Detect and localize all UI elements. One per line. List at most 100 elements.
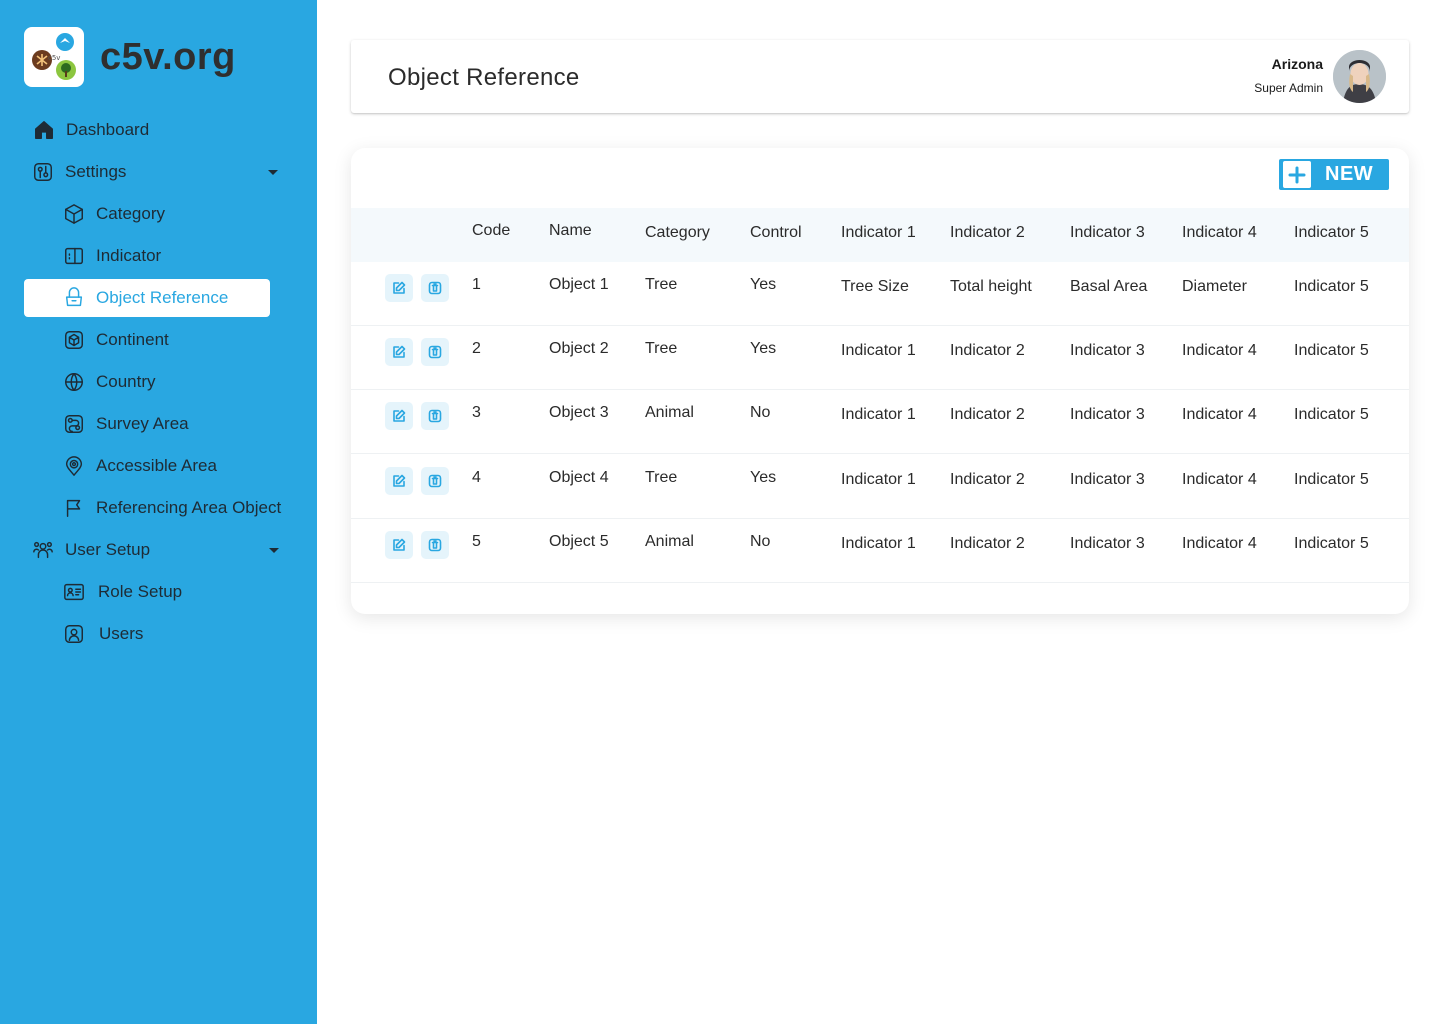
sidebar-item-label: Settings xyxy=(65,162,127,181)
cell-name: Object 2 xyxy=(549,340,609,357)
edit-icon xyxy=(391,280,407,296)
cell-ind3: Indicator 3 xyxy=(1070,471,1145,488)
edit-button[interactable] xyxy=(385,274,413,302)
edit-button[interactable] xyxy=(385,338,413,366)
column-header-indicator-3[interactable]: Indicator 3 xyxy=(1070,224,1145,242)
cell-ind1: Tree Size xyxy=(841,278,909,295)
cell-name: Object 4 xyxy=(549,469,609,486)
brand-name: c5v.org xyxy=(100,36,236,78)
cell-control: Yes xyxy=(750,340,777,357)
column-header-name[interactable]: Name xyxy=(549,222,592,240)
cell-code: 5 xyxy=(472,533,481,550)
sidebar-item-indicator[interactable]: Indicator xyxy=(62,237,161,275)
new-button[interactable]: NEW xyxy=(1279,159,1389,190)
users-group-icon xyxy=(31,538,55,562)
sidebar-item-user-setup[interactable]: User Setup xyxy=(31,531,286,569)
sidebar: c5v c5v.org Dashboard Settings Category … xyxy=(0,0,317,1024)
edit-icon xyxy=(391,408,407,424)
home-icon xyxy=(32,118,56,142)
sidebar-item-label: Object Reference xyxy=(96,288,229,307)
sidebar-item-settings[interactable]: Settings xyxy=(31,153,286,191)
cell-ind3: Indicator 3 xyxy=(1070,342,1145,359)
box-icon xyxy=(62,328,86,352)
cell-ind2: Indicator 2 xyxy=(950,342,1025,359)
cell-ind5: Indicator 5 xyxy=(1294,342,1369,359)
cell-category: Animal xyxy=(645,533,694,550)
cell-ind2: Total height xyxy=(950,278,1032,295)
sidebar-item-label: User Setup xyxy=(65,540,151,559)
cell-ind4: Indicator 4 xyxy=(1182,471,1257,488)
sidebar-item-label: Continent xyxy=(96,330,169,349)
cell-ind1: Indicator 1 xyxy=(841,342,916,359)
column-header-indicator-2[interactable]: Indicator 2 xyxy=(950,224,1025,242)
sidebar-item-continent[interactable]: Continent xyxy=(62,321,169,359)
flag-icon xyxy=(62,496,86,520)
location-target-icon xyxy=(62,454,86,478)
cell-category: Animal xyxy=(645,404,694,421)
globe-icon xyxy=(62,370,86,394)
edit-button[interactable] xyxy=(385,467,413,495)
cell-ind4: Indicator 4 xyxy=(1182,342,1257,359)
cell-ind3: Indicator 3 xyxy=(1070,406,1145,423)
sidebar-item-referencing-area-object[interactable]: Referencing Area Object xyxy=(62,489,281,527)
column-header-category[interactable]: Category xyxy=(645,224,710,242)
plus-icon xyxy=(1283,161,1311,188)
sidebar-item-label: Dashboard xyxy=(66,120,150,139)
delete-button[interactable] xyxy=(421,338,449,366)
avatar-image xyxy=(1333,50,1386,103)
cell-ind4: Indicator 4 xyxy=(1182,535,1257,552)
avatar[interactable] xyxy=(1333,50,1386,103)
sidebar-item-category[interactable]: Category xyxy=(62,195,165,233)
column-header-control[interactable]: Control xyxy=(750,224,802,242)
sidebar-item-label: Accessible Area xyxy=(96,456,217,475)
sidebar-item-label: Indicator xyxy=(96,246,162,265)
table-header: Code Name Category Control Indicator 1 I… xyxy=(351,208,1409,262)
delete-button[interactable] xyxy=(421,531,449,559)
delete-button[interactable] xyxy=(421,467,449,495)
column-header-indicator-5[interactable]: Indicator 5 xyxy=(1294,224,1369,242)
sidebar-item-country[interactable]: Country xyxy=(62,363,156,401)
cell-ind4: Diameter xyxy=(1182,278,1247,295)
sidebar-item-label: Users xyxy=(99,624,144,643)
table-row: 3 Object 3 Animal No Indicator 1 Indicator 2 I… xyxy=(351,390,1409,454)
page-header: Object Reference Arizona Super Admin xyxy=(351,40,1409,113)
table-row: 1 Object 1 Tree Yes Tree Size Total height Bas… xyxy=(351,262,1409,326)
trash-icon xyxy=(427,537,443,553)
sidebar-item-label: Category xyxy=(96,204,165,223)
edit-icon xyxy=(391,473,407,489)
sidebar-item-users[interactable]: Users xyxy=(62,615,143,653)
sidebar-item-label: Survey Area xyxy=(96,414,189,433)
cell-control: No xyxy=(750,404,771,421)
delete-button[interactable] xyxy=(421,274,449,302)
sidebar-item-accessible-area[interactable]: Accessible Area xyxy=(62,447,217,485)
logo-emblem-icon: c5v xyxy=(32,33,76,80)
logo: c5v xyxy=(24,27,84,87)
sidebar-item-dashboard[interactable]: Dashboard xyxy=(32,111,149,149)
cell-ind5: Indicator 5 xyxy=(1294,278,1369,295)
edit-button[interactable] xyxy=(385,531,413,559)
settings-sliders-icon xyxy=(31,160,55,184)
table-row: 5 Object 5 Animal No Indicator 1 Indicator 2 I… xyxy=(351,519,1409,583)
table-row: 4 Object 4 Tree Yes Indicator 1 Indicator 2 In… xyxy=(351,455,1409,519)
cell-ind2: Indicator 2 xyxy=(950,406,1025,423)
column-header-indicator-4[interactable]: Indicator 4 xyxy=(1182,224,1257,242)
sidebar-item-role-setup[interactable]: Role Setup xyxy=(62,573,182,611)
id-card-icon xyxy=(62,580,86,604)
column-header-code[interactable]: Code xyxy=(472,222,510,240)
cell-ind3: Basal Area xyxy=(1070,278,1148,295)
trash-icon xyxy=(427,408,443,424)
cell-control: No xyxy=(750,533,771,550)
chevron-down-icon xyxy=(268,170,278,175)
table-row: 2 Object 2 Tree Yes Indicator 1 Indicator 2 In… xyxy=(351,326,1409,390)
sidebar-item-object-reference[interactable]: Object Reference xyxy=(24,279,270,317)
cell-ind5: Indicator 5 xyxy=(1294,406,1369,423)
user-role[interactable]: Super Admin xyxy=(1254,81,1323,95)
edit-button[interactable] xyxy=(385,402,413,430)
cell-ind4: Indicator 4 xyxy=(1182,406,1257,423)
column-header-indicator-1[interactable]: Indicator 1 xyxy=(841,224,916,242)
trash-icon xyxy=(427,344,443,360)
trash-icon xyxy=(427,473,443,489)
sidebar-item-survey-area[interactable]: Survey Area xyxy=(62,405,189,443)
trash-icon xyxy=(427,280,443,296)
delete-button[interactable] xyxy=(421,402,449,430)
